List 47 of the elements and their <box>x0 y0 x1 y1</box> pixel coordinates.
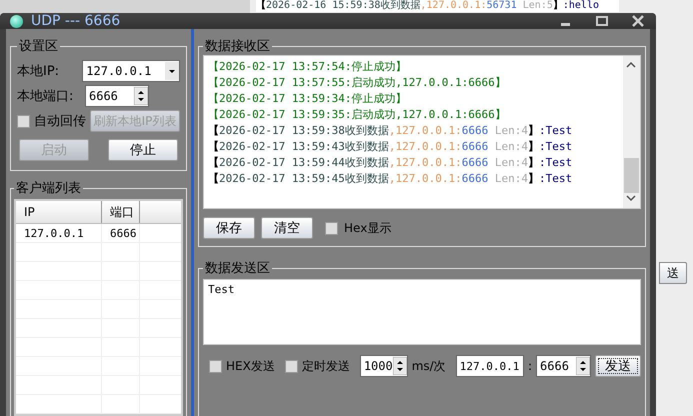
checkbox-label: 自动回传 <box>34 113 86 130</box>
log-line: 【2026-02-17 13:59:45收到数据,127.0.0.1:6666 Len:4】:Test <box>208 171 574 187</box>
checkbox-label: 定时发送 <box>302 358 350 374</box>
caret-icon <box>165 62 179 80</box>
checkbox[interactable] <box>325 222 338 234</box>
log-line: 【2026-02-17 13:59:38收到数据,127.0.0.1:6666 Len:4】:Test <box>208 123 574 139</box>
spinner-icon <box>392 357 407 375</box>
save-button[interactable]: 保存 <box>203 217 255 239</box>
spinner-icon <box>134 87 148 105</box>
port-field[interactable]: 6666 <box>85 85 149 107</box>
clear-button[interactable]: 清空 <box>261 217 313 239</box>
close-icon[interactable] <box>630 13 646 29</box>
send-button[interactable]: 送 <box>659 262 687 284</box>
checkbox[interactable] <box>209 360 222 372</box>
group-title: 数据发送区 <box>203 259 272 277</box>
log-line: 【2026-02-17 13:59:43收到数据,127.0.0.1:6666 Len:4】:Test <box>208 139 574 155</box>
checkbox[interactable] <box>17 114 30 128</box>
scrollbar[interactable] <box>623 56 640 208</box>
spinner-icon <box>576 357 590 375</box>
interval-field[interactable]: 1000 <box>360 355 408 377</box>
group-title: 数据接收区 <box>203 37 272 55</box>
maximize-icon[interactable] <box>594 13 610 29</box>
field-label: 本地端口: <box>17 88 74 105</box>
separator-label: : <box>528 359 532 373</box>
column-header[interactable]: 端口 <box>102 201 140 223</box>
group-title: 客户端列表 <box>14 179 83 197</box>
checkbox-label: HEX发送 <box>226 358 275 374</box>
target-ip-field[interactable]: 127.0.0.1 <box>456 355 524 377</box>
table-cell: 6666 <box>102 224 140 242</box>
log-line: 【2026-02-17 13:59:34:停止成功】 <box>208 91 408 107</box>
target-port-field[interactable]: 6666 <box>536 355 592 377</box>
field-label: 本地IP: <box>17 63 60 80</box>
checkbox-label: Hex显示 <box>344 220 392 236</box>
column-header[interactable]: IP <box>16 201 102 223</box>
log-line: 【2026-02-17 13:57:55:启动成功,127.0.0.1:6666】 <box>208 75 507 91</box>
app-icon <box>10 14 23 28</box>
log-line: 【2026-02-17 13:59:35:启动成功,127.0.0.1:6666】 <box>208 107 507 123</box>
unit-label: ms/次 <box>412 358 446 374</box>
stop-button[interactable]: 停止 <box>108 139 178 161</box>
log-line: 【2026-02-17 13:57:54:停止成功】 <box>208 59 408 75</box>
table-cell: 127.0.0.1 <box>16 224 102 242</box>
ip-dropdown[interactable]: 127.0.0.1 <box>82 60 180 82</box>
send-button[interactable]: 发送 <box>595 355 641 377</box>
log-line: 【2026-02-17 13:59:44收到数据,127.0.0.1:6666 Len:4】:Test <box>208 155 574 171</box>
send-text-area[interactable]: Test <box>203 279 641 345</box>
checkbox[interactable] <box>284 360 298 372</box>
window-title: UDP --- 6666 <box>31 13 120 29</box>
